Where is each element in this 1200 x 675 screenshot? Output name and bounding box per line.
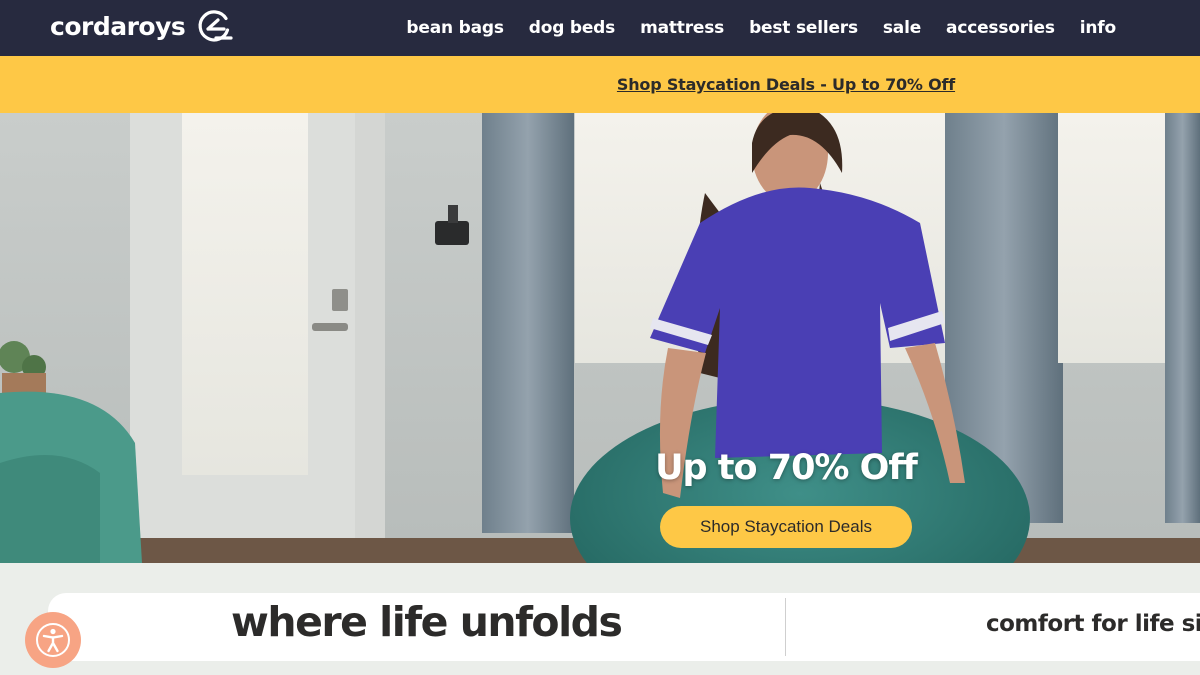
accessibility-button[interactable] xyxy=(25,612,81,668)
brand-logo[interactable]: cordaroys xyxy=(50,8,233,44)
hero-image xyxy=(0,113,1200,563)
hero-banner: Up to 70% Off Shop Staycation Deals xyxy=(0,113,1200,563)
c-mark-logo-icon xyxy=(198,10,233,42)
promo-banner: Shop Staycation Deals - Up to 70% Off xyxy=(0,56,1200,113)
nav-dog-beds[interactable]: dog beds xyxy=(529,18,616,38)
slogan-secondary: comfort for life si xyxy=(986,611,1200,637)
top-navigation: cordaroys bean bags dog beds mattress be… xyxy=(0,0,1200,56)
nav-accessories[interactable]: accessories xyxy=(946,18,1055,38)
accessibility-icon xyxy=(36,623,70,657)
shop-staycation-deals-button[interactable]: Shop Staycation Deals xyxy=(660,506,912,548)
slogan-primary: where life unfolds xyxy=(231,598,623,646)
brand-name: cordaroys xyxy=(50,11,186,41)
nav-mattress[interactable]: mattress xyxy=(640,18,724,38)
main-menu: bean bags dog beds mattress best sellers… xyxy=(406,0,1116,56)
nav-info[interactable]: info xyxy=(1080,18,1116,38)
hero-heading: Up to 70% Off xyxy=(655,448,918,488)
nav-bean-bags[interactable]: bean bags xyxy=(406,18,504,38)
slogan-card: where life unfolds comfort for life si xyxy=(48,593,1200,661)
nav-best-sellers[interactable]: best sellers xyxy=(749,18,858,38)
promo-link[interactable]: Shop Staycation Deals - Up to 70% Off xyxy=(617,75,955,94)
nav-sale[interactable]: sale xyxy=(883,18,921,38)
slogan-strip: where life unfolds comfort for life si xyxy=(0,563,1200,675)
slogan-divider xyxy=(785,598,786,656)
